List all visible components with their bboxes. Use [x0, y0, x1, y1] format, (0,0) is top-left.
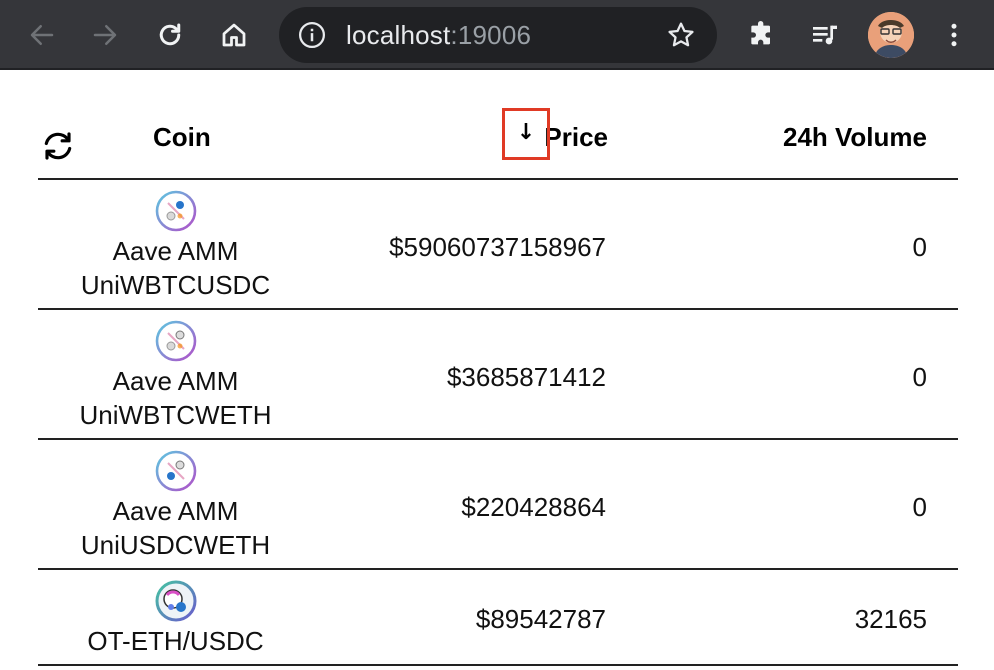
refresh-button[interactable] — [38, 126, 78, 166]
coin-name: OT-ETH/USDC — [87, 626, 264, 656]
forward-arrow-icon — [93, 25, 117, 45]
coin-price: $89542787 — [475, 604, 606, 634]
url-text[interactable]: localhost:19006 — [346, 20, 531, 50]
coin-cell: Aave AMM UniUSDCWETH — [38, 450, 313, 562]
coin-table: Coin ↓ Price 24h Volume Aave AMM UniWBTC… — [38, 72, 958, 666]
coin-price: $220428864 — [461, 492, 606, 522]
table-row[interactable]: Aave AMM UniUSDCWETH $220428864 0 — [38, 440, 958, 570]
url-host: localhost — [346, 20, 451, 50]
header-price[interactable]: Price — [544, 122, 608, 153]
media-queue-button[interactable] — [803, 13, 847, 57]
coin-cell: Aave AMM UniWBTCWETH — [38, 320, 313, 432]
coin-price: $3685871412 — [446, 362, 606, 392]
coin-volume: 0 — [912, 492, 927, 522]
coin-cell: OT-ETH/USDC — [38, 580, 313, 658]
table-row[interactable]: Aave AMM UniWBTCWETH $3685871412 0 — [38, 310, 958, 440]
aave-amm-token-icon — [155, 450, 196, 492]
coin-cell: Aave AMM UniWBTCUSDC — [38, 190, 313, 302]
more-vert-icon — [951, 23, 957, 47]
address-bar[interactable]: localhost:19006 — [279, 7, 717, 63]
table-row[interactable]: Aave AMM UniWBTCUSDC $59060737158967 0 — [38, 180, 958, 310]
coin-volume: 0 — [912, 232, 927, 262]
coin-name: Aave AMM UniWBTCWETH — [79, 366, 272, 430]
forward-button[interactable] — [83, 13, 127, 57]
header-volume[interactable]: 24h Volume — [783, 122, 927, 153]
more-menu-button[interactable] — [932, 13, 976, 57]
avatar-image — [868, 12, 914, 58]
table-header: Coin ↓ Price 24h Volume — [38, 72, 958, 180]
browser-toolbar: localhost:19006 — [0, 0, 994, 70]
extensions-button[interactable] — [740, 13, 784, 57]
coin-volume: 32165 — [854, 604, 927, 634]
url-port: :19006 — [450, 20, 532, 50]
coin-name: Aave AMM UniWBTCUSDC — [80, 236, 271, 300]
header-coin[interactable]: Coin — [153, 122, 211, 153]
coin-price: $59060737158967 — [389, 232, 606, 262]
sort-highlight-box — [502, 108, 550, 160]
info-icon[interactable] — [297, 20, 327, 50]
home-button[interactable] — [212, 13, 256, 57]
extensions-icon — [751, 21, 770, 45]
refresh-icon — [44, 132, 72, 160]
coin-name: Aave AMM UniUSDCWETH — [80, 496, 271, 560]
star-icon[interactable] — [665, 19, 697, 51]
ot-token-icon — [155, 580, 196, 622]
home-icon — [222, 23, 246, 47]
aave-amm-token-icon — [155, 190, 196, 232]
back-arrow-icon — [30, 25, 54, 45]
aave-amm-token-icon — [155, 320, 196, 362]
table-row[interactable]: OT-ETH/USDC $89542787 32165 — [38, 570, 958, 666]
reload-button[interactable] — [148, 13, 192, 57]
profile-avatar[interactable] — [868, 12, 914, 58]
media-queue-icon — [813, 25, 837, 45]
coin-volume: 0 — [912, 362, 927, 392]
back-button[interactable] — [20, 13, 64, 57]
reload-icon — [159, 23, 181, 46]
